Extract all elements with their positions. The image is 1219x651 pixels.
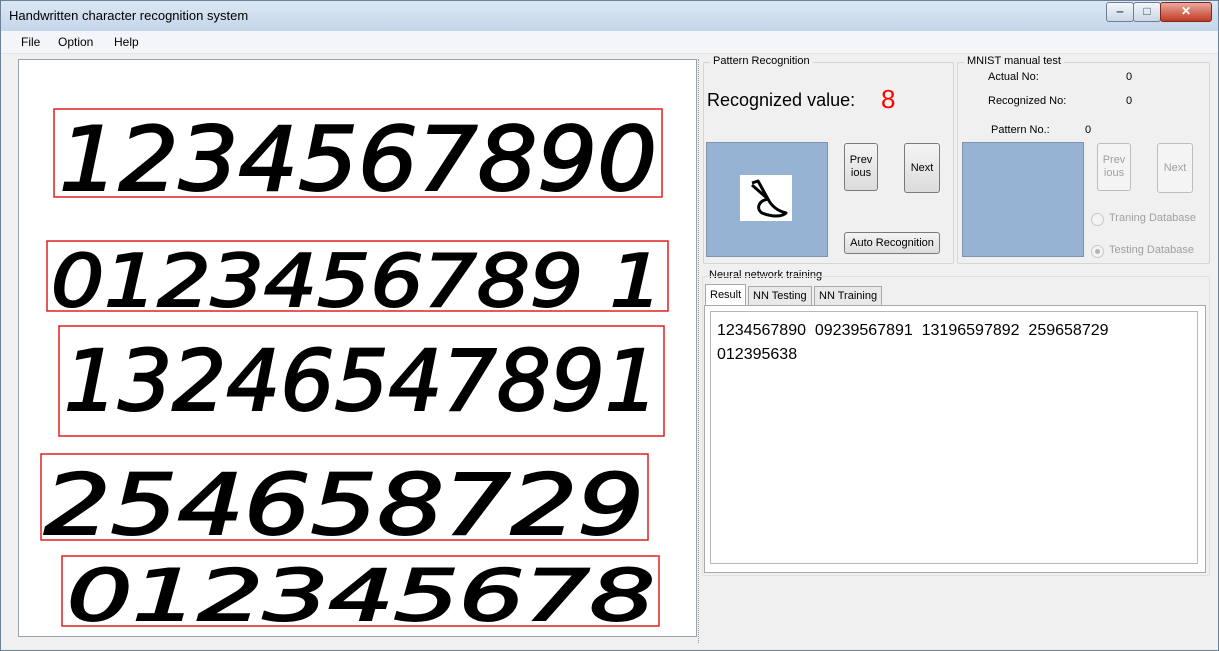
title-bar: Handwritten character recognition system… (1, 1, 1218, 31)
pattern-no-label: Pattern No.: (991, 124, 1050, 136)
mnist-preview (962, 142, 1084, 257)
tab-nn-training[interactable]: NN Training (814, 286, 883, 305)
menu-help[interactable]: Help (114, 35, 139, 49)
recognized-no-value: 0 (1126, 95, 1133, 107)
right-scroll-strip (1213, 59, 1218, 643)
splitter[interactable] (698, 59, 700, 643)
testing-database-radio[interactable] (1091, 245, 1104, 258)
tab-result[interactable]: Result (705, 284, 747, 306)
minimize-button[interactable]: ‒ (1106, 2, 1134, 22)
handwritten-row-1: 1234567890 (59, 108, 657, 211)
handwritten-row-2: 0123456789 1 (51, 239, 663, 323)
handwriting-canvas[interactable]: 1234567890 0123456789 1 13246547891 2546… (18, 59, 697, 637)
actual-no-value: 0 (1126, 71, 1133, 83)
close-icon: ✕ (1180, 4, 1192, 18)
app-window: Handwritten character recognition system… (0, 0, 1219, 651)
mnist-label: MNIST manual test (964, 55, 1064, 67)
handwritten-row-5: 012345678 (67, 555, 655, 636)
auto-recognition-button[interactable]: Auto Recognition (844, 232, 940, 254)
menu-bar: File Option Help (1, 31, 1218, 54)
close-button[interactable]: ✕ (1160, 2, 1212, 22)
tab-nn-testing[interactable]: NN Testing (748, 286, 812, 305)
pattern-preview (706, 142, 828, 257)
mnist-previous-button[interactable]: Prev ious (1097, 143, 1131, 191)
handwriting-svg: 1234567890 0123456789 1 13246547891 2546… (40, 107, 669, 636)
mnist-next-button[interactable]: Next (1157, 143, 1193, 193)
result-textbox[interactable]: 1234567890 09239567891 13196597892 25965… (710, 311, 1198, 564)
handwritten-row-4: 254658729 (44, 456, 644, 554)
next-button[interactable]: Next (904, 143, 940, 193)
pattern-recognition-label: Pattern Recognition (710, 55, 813, 67)
testing-database-label: Testing Database (1109, 244, 1194, 256)
digit-eight-thumbnail (751, 179, 788, 218)
recognized-value-label: Recognized value: (707, 90, 856, 110)
handwritten-row-3: 13246547891 (64, 332, 659, 430)
result-panel: 1234567890 09239567891 13196597892 25965… (704, 305, 1206, 573)
minimize-icon: ‒ (1116, 4, 1124, 18)
maximize-button[interactable]: □ (1133, 2, 1161, 22)
training-database-label: Traning Database (1109, 212, 1197, 224)
menu-option[interactable]: Option (58, 35, 93, 49)
window-title: Handwritten character recognition system (9, 8, 249, 23)
recognized-no-label: Recognized No: (988, 95, 1067, 107)
recognized-value: 8 (881, 84, 896, 114)
pattern-no-value: 0 (1085, 124, 1092, 136)
previous-button[interactable]: Prev ious (844, 143, 878, 191)
menu-file[interactable]: File (21, 35, 40, 49)
maximize-icon: □ (1143, 4, 1151, 18)
training-database-radio[interactable] (1091, 213, 1104, 226)
pattern-thumbnail (740, 175, 792, 221)
actual-no-label: Actual No: (988, 71, 1039, 83)
